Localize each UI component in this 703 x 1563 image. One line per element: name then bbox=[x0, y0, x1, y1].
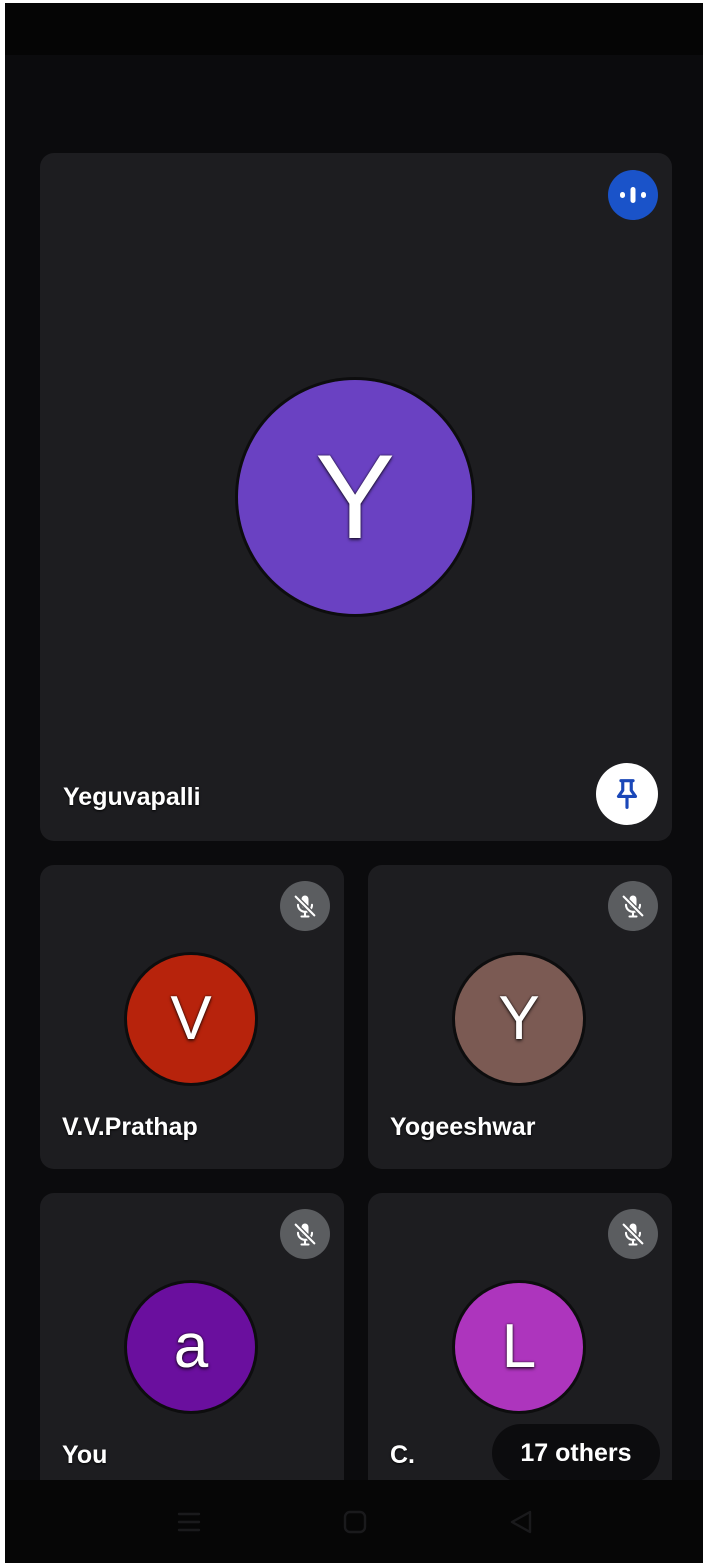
featured-participant-tile[interactable]: Y Yeguvapalli bbox=[40, 153, 672, 841]
participant-name: Yogeeshwar bbox=[390, 1113, 536, 1141]
back-icon[interactable] bbox=[503, 1504, 539, 1540]
participant-name: Yeguvapalli bbox=[63, 783, 201, 811]
participant-name: C. bbox=[390, 1441, 415, 1469]
pin-button[interactable] bbox=[596, 763, 658, 825]
system-nav-bar bbox=[5, 1480, 703, 1563]
avatar: Y bbox=[238, 380, 472, 614]
menu-icon[interactable] bbox=[171, 1504, 207, 1540]
participant-tile[interactable]: L C. 17 others bbox=[368, 1193, 672, 1497]
avatar-initial: Y bbox=[498, 984, 540, 1053]
avatar: a bbox=[127, 1283, 255, 1411]
audio-level-icon bbox=[608, 170, 658, 220]
others-count-button[interactable]: 17 others bbox=[492, 1424, 660, 1482]
mic-off-icon bbox=[608, 881, 658, 931]
participant-tile[interactable]: Y Yogeeshwar bbox=[368, 865, 672, 1169]
participant-name: V.V.Prathap bbox=[62, 1113, 198, 1141]
participant-tile-self[interactable]: a You bbox=[40, 1193, 344, 1497]
meeting-grid: Y Yeguvapalli V V.V.Prathap Y Yogeeshwar… bbox=[5, 55, 703, 1497]
pin-icon bbox=[616, 779, 638, 809]
status-bar bbox=[5, 3, 703, 55]
avatar: V bbox=[127, 955, 255, 1083]
participant-name: You bbox=[62, 1441, 108, 1469]
avatar-initial: Y bbox=[314, 430, 396, 564]
avatar: L bbox=[455, 1283, 583, 1411]
mic-off-icon bbox=[280, 1209, 330, 1259]
avatar: Y bbox=[455, 955, 583, 1083]
mic-off-icon bbox=[280, 881, 330, 931]
mic-off-icon bbox=[608, 1209, 658, 1259]
avatar-initial: L bbox=[501, 1312, 537, 1381]
participant-tile[interactable]: V V.V.Prathap bbox=[40, 865, 344, 1169]
avatar-initial: V bbox=[170, 984, 212, 1053]
avatar-initial: a bbox=[173, 1312, 209, 1381]
phone-screen: Y Yeguvapalli V V.V.Prathap Y Yogeeshwar… bbox=[5, 3, 703, 1563]
home-icon[interactable] bbox=[337, 1504, 373, 1540]
